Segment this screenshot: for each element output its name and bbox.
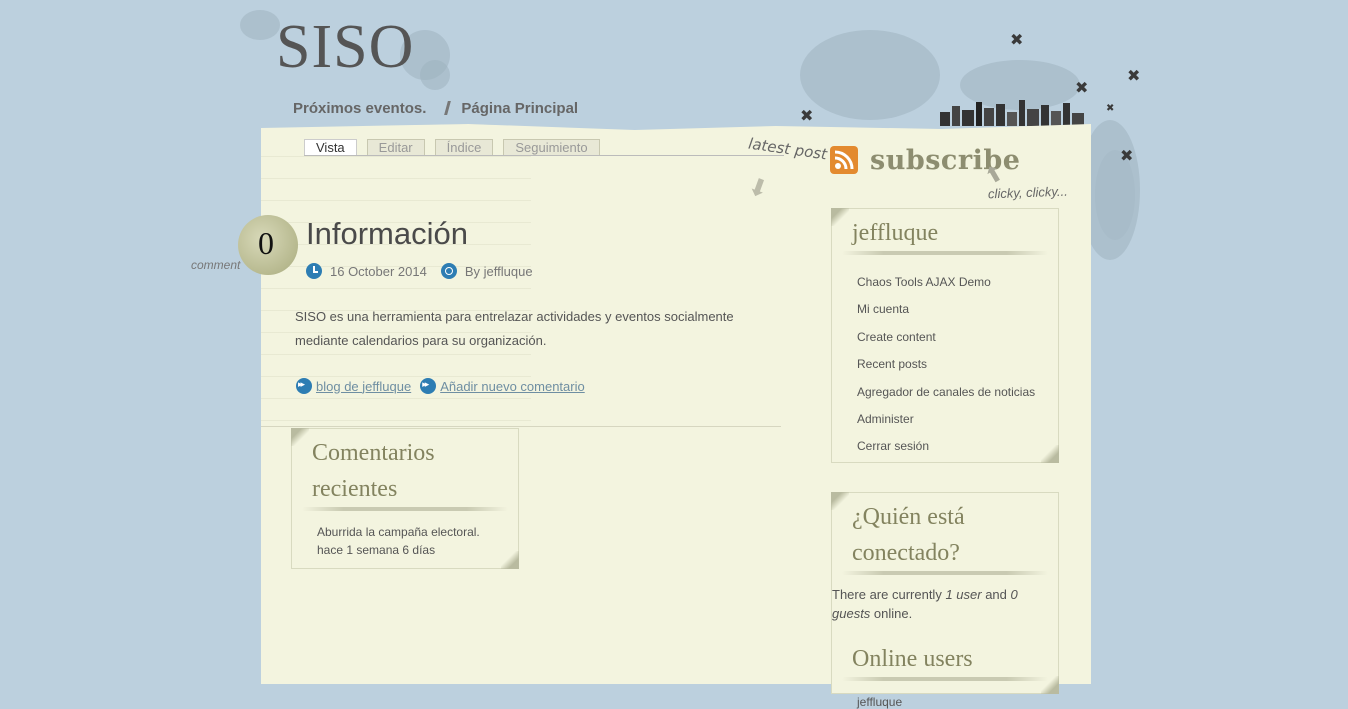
add-comment-link[interactable]: Añadir nuevo comentario	[440, 379, 585, 394]
site-title[interactable]: SISO	[276, 12, 414, 83]
menu-item-mi-cuenta[interactable]: Mi cuenta	[857, 296, 1058, 323]
splatter	[240, 10, 280, 40]
city-skyline-icon	[940, 100, 1084, 126]
nav-pagina-principal[interactable]: Página Principal	[461, 100, 578, 117]
node-date: 16 October 2014	[330, 263, 427, 279]
blog-link[interactable]: blog de jeffluque	[316, 379, 411, 394]
menu-item-create-content[interactable]: Create content	[857, 324, 1058, 351]
who-online-block: ¿Quién está conectado? There are current…	[831, 492, 1059, 709]
recent-comment-time: hace 1 semana 6 días	[317, 543, 436, 557]
comment-label: comment	[191, 258, 241, 272]
node-title[interactable]: Información	[306, 216, 468, 252]
tab-seguimiento[interactable]: Seguimiento	[503, 139, 600, 156]
rss-icon[interactable]	[830, 146, 858, 174]
content-divider	[261, 426, 781, 427]
forward-icon	[420, 378, 437, 394]
node-body: SISO es una herramienta para entrelazar …	[295, 309, 734, 348]
who-online-title: ¿Quién está conectado?	[852, 504, 965, 566]
who-online-text: There are currently 1 user and 0 guests …	[832, 587, 1018, 621]
recent-comment-item: Aburrida la campaña electoral. hace 1 se…	[292, 511, 518, 559]
node-meta: 16 October 2014 By jeffluque	[306, 263, 533, 279]
author-icon	[440, 263, 457, 279]
menu-item-cerrar-sesion[interactable]: Cerrar sesión	[857, 433, 1058, 460]
primary-nav: Próximos eventos. Página Principal	[293, 100, 578, 117]
forward-icon	[296, 378, 312, 394]
user-count: 1 user	[945, 587, 982, 602]
online-users-list: jeffluque	[832, 681, 1058, 709]
tab-indice[interactable]: Índice	[434, 139, 494, 156]
x-mark-icon: ✖	[800, 106, 814, 125]
tab-editar[interactable]: Editar	[366, 139, 425, 156]
x-mark-icon: ✖	[1106, 103, 1115, 114]
comment-count-badge[interactable]: 0	[238, 215, 298, 275]
nav-separator	[444, 101, 452, 115]
title-underline	[842, 571, 1048, 575]
user-menu-list: Chaos Tools AJAX Demo Mi cuenta Create c…	[832, 255, 1058, 461]
x-mark-icon: ✖	[1010, 30, 1024, 49]
node-links: blog de jeffluque Añadir nuevo comentari…	[296, 378, 585, 394]
recent-comments-title: Comentarios recientes	[312, 440, 435, 502]
splatter	[800, 30, 940, 120]
menu-item-agregador[interactable]: Agregador de canales de noticias	[857, 379, 1058, 406]
recent-comments-block: Comentarios recientes Aburrida la campañ…	[291, 428, 519, 569]
recent-comment-link[interactable]: Aburrida la campaña electoral.	[317, 523, 508, 541]
node-author: By jeffluque	[464, 263, 533, 279]
menu-item-chaos-tools[interactable]: Chaos Tools AJAX Demo	[857, 269, 1058, 296]
online-user[interactable]: jeffluque	[857, 695, 1058, 709]
tab-vista[interactable]: Vista	[304, 139, 357, 156]
tabs-underline	[304, 155, 784, 156]
node-tabs: Vista Editar Índice Seguimiento	[304, 139, 600, 156]
clicky-label: clicky, clicky...	[987, 183, 1068, 202]
menu-item-administer[interactable]: Administer	[857, 406, 1058, 433]
menu-item-recent-posts[interactable]: Recent posts	[857, 351, 1058, 378]
user-menu-block: jeffluque Chaos Tools AJAX Demo Mi cuent…	[831, 208, 1059, 463]
nav-proximos-eventos[interactable]: Próximos eventos.	[293, 100, 426, 117]
splatter	[420, 60, 450, 90]
user-menu-title: jeffluque	[852, 220, 939, 246]
clock-icon	[306, 263, 322, 279]
x-mark-icon: ✖	[1120, 146, 1134, 165]
x-mark-icon: ✖	[1075, 78, 1089, 97]
x-mark-icon: ✖	[1127, 66, 1141, 85]
online-users-title: Online users	[852, 646, 973, 672]
